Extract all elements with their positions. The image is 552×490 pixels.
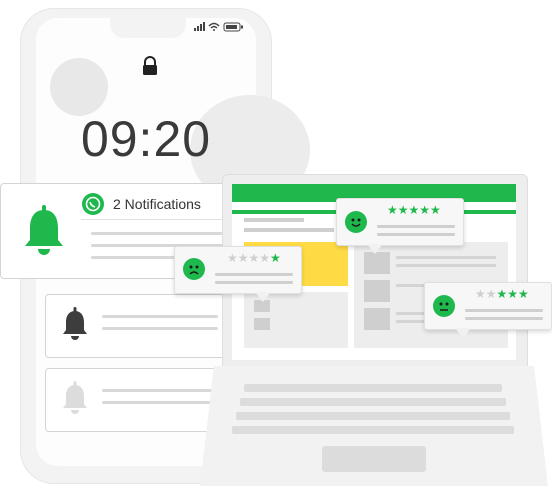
bubble-tail	[367, 244, 383, 254]
happy-face-icon	[345, 211, 367, 233]
text-placeholder	[396, 264, 496, 267]
text-placeholder	[102, 315, 218, 318]
text-placeholder	[215, 273, 293, 276]
text-placeholder	[465, 317, 543, 320]
text-placeholder	[244, 228, 334, 232]
bell-icon	[63, 307, 87, 340]
text-placeholder	[102, 327, 218, 330]
notification-card[interactable]	[45, 368, 227, 432]
keyboard-row	[236, 412, 510, 420]
trackpad	[322, 446, 426, 472]
decor-circle	[50, 58, 108, 116]
neutral-face-icon	[433, 295, 455, 317]
lock-screen-time: 09:20	[80, 111, 212, 167]
keyboard-row	[232, 426, 514, 434]
battery-icon	[223, 22, 243, 32]
thumb-placeholder	[254, 318, 270, 330]
whatsapp-icon	[82, 193, 104, 215]
text-placeholder	[377, 225, 455, 228]
signal-icon	[194, 22, 205, 31]
review-bubble-neutral: ★★★★★	[424, 282, 552, 338]
thumb-placeholder	[364, 252, 390, 274]
star-rating: ★★★★★	[475, 287, 529, 301]
lock-icon	[143, 56, 157, 75]
wifi-icon	[208, 22, 220, 31]
text-placeholder	[215, 281, 293, 284]
star-rating: ★★★★★	[387, 203, 441, 217]
review-bubble-sad: ★★★★★	[174, 246, 302, 302]
notification-card[interactable]	[45, 294, 227, 358]
phone-notch	[110, 16, 186, 38]
bubble-tail	[255, 292, 271, 302]
keyboard-row	[240, 398, 506, 406]
sad-face-icon	[183, 258, 205, 280]
text-placeholder	[102, 389, 218, 392]
keyboard-row	[244, 384, 502, 392]
notification-count-label: 2 Notifications	[113, 196, 201, 212]
bubble-tail	[455, 328, 471, 338]
status-bar	[194, 22, 243, 32]
text-placeholder	[396, 256, 496, 259]
text-placeholder	[465, 309, 543, 312]
review-bubble-happy: ★★★★★	[336, 198, 464, 254]
thumb-placeholder	[364, 280, 390, 302]
text-placeholder	[91, 232, 231, 235]
laptop-keyboard-deck	[200, 366, 548, 486]
text-placeholder	[377, 233, 455, 236]
text-placeholder	[244, 218, 304, 222]
thumb-placeholder	[364, 308, 390, 330]
star-rating: ★★★★★	[227, 251, 281, 265]
bell-icon	[25, 205, 63, 255]
text-placeholder	[102, 401, 218, 404]
bell-icon	[63, 381, 87, 414]
